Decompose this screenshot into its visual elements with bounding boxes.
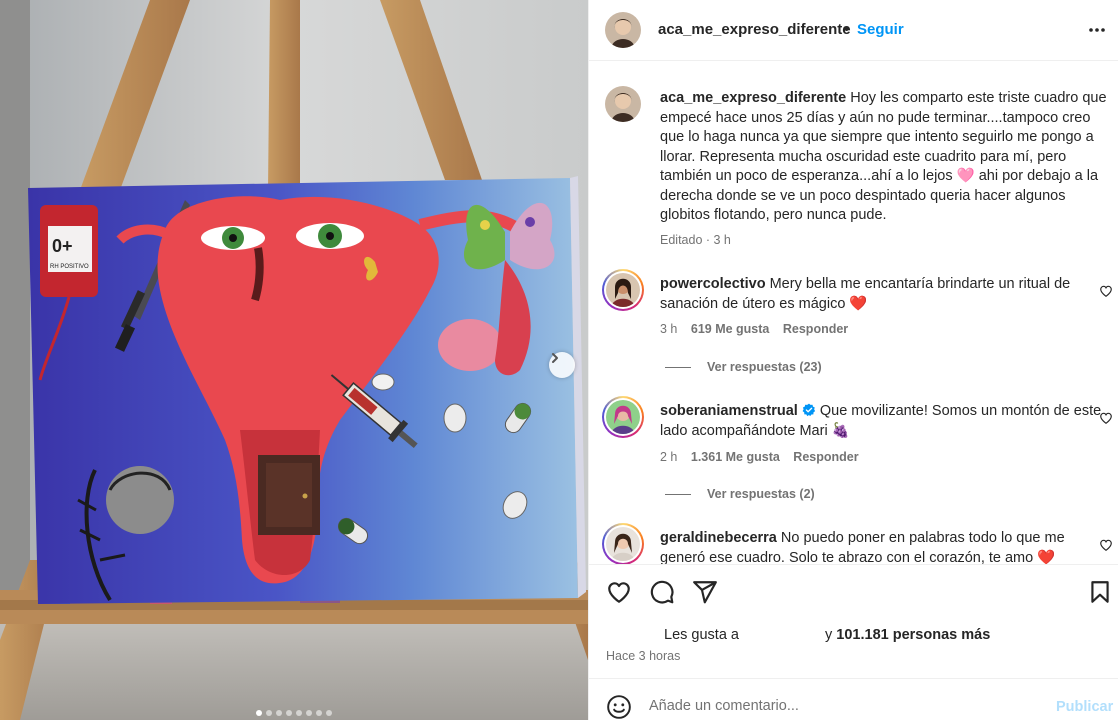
emoji-icon[interactable] [606, 694, 632, 720]
comment-username[interactable]: geraldinebecerra [660, 530, 777, 546]
caption-username[interactable]: aca_me_expreso_diferente [660, 90, 846, 106]
painting-photo: 0+ RH POSITIVO [0, 0, 588, 720]
commenter-avatar[interactable] [602, 269, 644, 311]
more-options-button[interactable] [1085, 18, 1109, 42]
add-comment-bar: Publicar [589, 678, 1118, 720]
comment-item: soberaniamenstrual Que movilizante! Somo… [660, 402, 1110, 441]
divider-line [665, 366, 691, 368]
publish-button[interactable]: Publicar [1056, 699, 1113, 715]
carousel-dot [256, 710, 262, 716]
carousel-indicator [0, 710, 588, 716]
carousel-dot [286, 710, 292, 716]
separator-dot: • [844, 21, 850, 38]
reply-button[interactable]: Responder [783, 322, 848, 336]
bookmark-icon[interactable] [1087, 579, 1113, 605]
divider-line [665, 493, 691, 495]
follow-button[interactable]: Seguir [857, 21, 904, 38]
comment-icon[interactable] [649, 579, 675, 605]
comment-like-icon[interactable] [1099, 538, 1113, 552]
author-avatar[interactable] [605, 12, 641, 48]
author-username[interactable]: aca_me_expreso_diferente [658, 21, 851, 38]
comment-item: powercolectivo Mery bella me encantaría … [660, 275, 1110, 314]
comment-username[interactable]: soberaniamenstrual [660, 403, 798, 419]
carousel-dot [296, 710, 302, 716]
view-replies-button[interactable]: Ver respuestas (2) [665, 487, 815, 501]
comment-meta: 2 h 1.361 Me gusta Responder [660, 450, 859, 464]
caption: aca_me_expreso_diferente Hoy les compart… [660, 89, 1110, 226]
comments-list[interactable]: aca_me_expreso_diferente Hoy les compart… [589, 62, 1118, 564]
comment-input[interactable] [649, 691, 1029, 720]
comment-likes[interactable]: 619 Me gusta [691, 322, 770, 336]
heart-icon[interactable] [606, 579, 632, 605]
commenter-avatar[interactable] [602, 523, 644, 564]
carousel-dot [316, 710, 322, 716]
caption-avatar[interactable] [605, 86, 641, 122]
carousel-dot [276, 710, 282, 716]
post-media[interactable]: 0+ RH POSITIVO [0, 0, 588, 720]
comment-likes[interactable]: 1.361 Me gusta [691, 450, 780, 464]
send-icon[interactable] [692, 579, 718, 605]
comment-item: geraldinebecerra No puedo poner en palab… [660, 529, 1110, 564]
commenter-avatar[interactable] [602, 396, 644, 438]
comment-like-icon[interactable] [1099, 411, 1113, 425]
likes-middle: y [825, 627, 833, 643]
blood-bag-type: 0+ [52, 236, 73, 256]
post-timestamp[interactable]: Hace 3 horas [606, 649, 680, 663]
carousel-dot [326, 710, 332, 716]
post-side-panel: aca_me_expreso_diferente • Seguir aca_me… [588, 0, 1118, 720]
likes-summary[interactable]: Les gusta a y 101.181 personas más [664, 627, 990, 643]
reply-button[interactable]: Responder [793, 450, 858, 464]
carousel-next-button[interactable] [549, 352, 575, 378]
chevron-right-icon [552, 353, 558, 363]
view-replies-label: Ver respuestas (2) [707, 487, 815, 501]
carousel-dot [306, 710, 312, 716]
comment-time: 3 h [660, 322, 678, 336]
post-actions: Les gusta a y 101.181 personas más Hace … [589, 564, 1118, 678]
carousel-dot [266, 710, 272, 716]
likes-prefix: Les gusta a [664, 627, 739, 643]
view-replies-button[interactable]: Ver respuestas (23) [665, 360, 822, 374]
view-replies-label: Ver respuestas (23) [707, 360, 822, 374]
post-header: aca_me_expreso_diferente • Seguir [589, 0, 1118, 61]
comment-time: 2 h [660, 450, 678, 464]
comment-like-icon[interactable] [1099, 284, 1113, 298]
caption-text: Hoy les comparto este triste cuadro que … [660, 90, 1107, 223]
likes-count[interactable]: 101.181 personas más [836, 627, 990, 643]
verified-badge-icon [802, 403, 815, 417]
caption-meta: Editado · 3 h [660, 233, 731, 247]
comment-username[interactable]: powercolectivo [660, 276, 766, 292]
blood-bag-label: RH POSITIVO [50, 264, 89, 270]
more-horizontal-icon [1089, 28, 1105, 32]
comment-meta: 3 h 619 Me gusta Responder [660, 322, 848, 336]
